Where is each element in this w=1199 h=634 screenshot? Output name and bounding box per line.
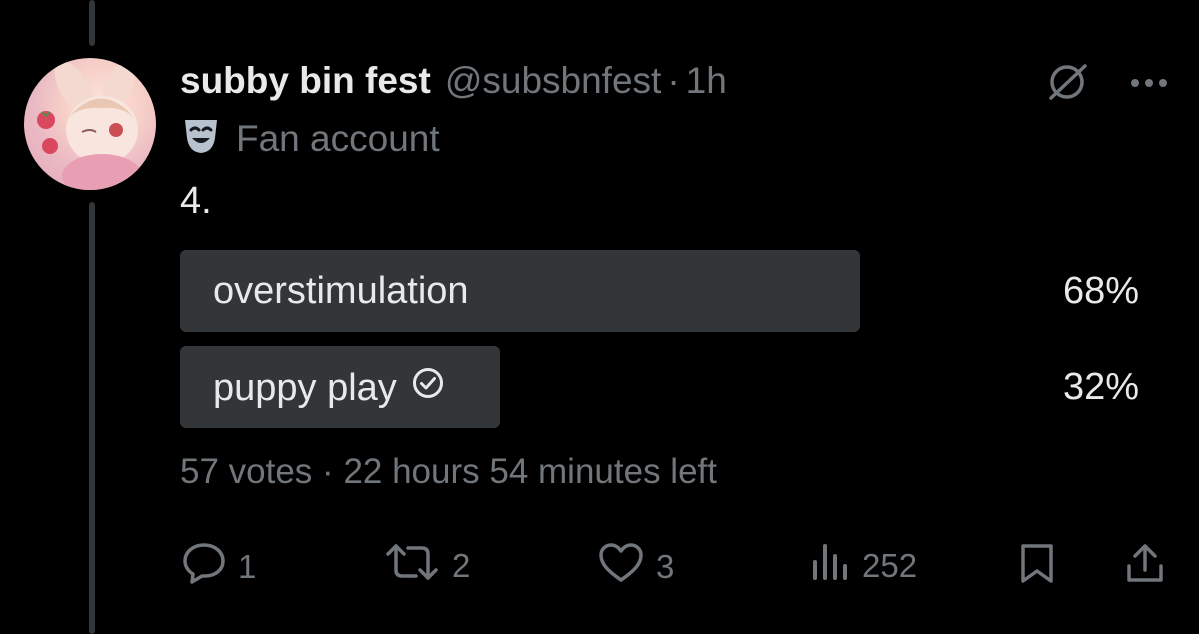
reply-button[interactable]: 1 [182, 542, 256, 592]
repost-button[interactable]: 2 [384, 542, 470, 590]
poll-option-label: overstimulation [213, 270, 469, 312]
like-button[interactable]: 3 [598, 542, 674, 592]
grok-icon[interactable] [1045, 62, 1091, 107]
tweet-header: subby bin fest @subsbnfest · 1h [180, 58, 727, 104]
like-icon [598, 542, 644, 592]
thread-line-bottom [89, 202, 95, 634]
like-count: 3 [656, 548, 675, 585]
more-icon[interactable] [1129, 76, 1169, 94]
bookmark-button[interactable] [1018, 542, 1056, 592]
share-icon [1124, 542, 1166, 592]
bookmark-icon [1018, 542, 1056, 592]
poll-time-left: 22 hours 54 minutes left [343, 452, 717, 491]
reply-count: 1 [238, 548, 257, 585]
poll-option-label: puppy play [213, 366, 397, 409]
views-count: 252 [862, 547, 918, 584]
repost-icon [384, 542, 440, 590]
tweet-text: 4. [180, 180, 212, 222]
poll-option-puppy-play: puppy play [213, 366, 445, 410]
user-handle[interactable]: @subsbnfest [445, 60, 662, 102]
avatar-image [37, 60, 142, 190]
fan-account-mask-icon [182, 116, 220, 161]
views-icon [810, 542, 850, 590]
poll-meta-separator: · [322, 452, 334, 491]
reply-icon [182, 542, 226, 592]
header-actions [1045, 62, 1169, 107]
account-label-text: Fan account [236, 117, 440, 159]
checkmark-circle-icon [411, 366, 445, 410]
repost-count: 2 [452, 547, 471, 584]
poll-option-percent: 32% [1062, 366, 1139, 408]
poll-option-overstimulation: overstimulation [213, 270, 469, 313]
poll-votes: 57 votes [180, 452, 313, 491]
thread-line-top [89, 0, 95, 46]
views-button[interactable]: 252 [810, 542, 917, 590]
share-button[interactable] [1124, 542, 1166, 592]
header-separator: · [667, 60, 680, 101]
timestamp[interactable]: 1h [686, 60, 727, 102]
poll-meta: 57 votes · 22 hours 54 minutes left [180, 452, 717, 492]
account-label[interactable]: Fan account [182, 116, 440, 161]
avatar[interactable] [24, 58, 156, 190]
display-name[interactable]: subby bin fest [180, 60, 431, 102]
poll-option-percent: 68% [1062, 270, 1139, 312]
